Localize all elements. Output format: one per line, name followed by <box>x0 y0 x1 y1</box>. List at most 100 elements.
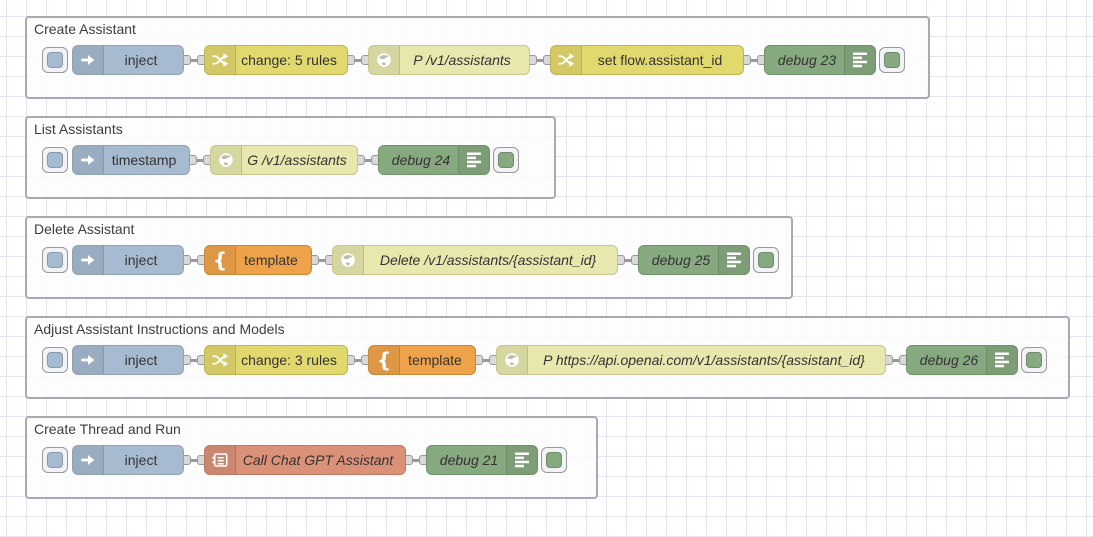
node-template[interactable]: { template <box>368 345 476 375</box>
node-label: debug 25 <box>651 252 711 268</box>
debug-toggle-face <box>758 252 774 268</box>
inject-button[interactable] <box>42 447 68 473</box>
inject-button-face <box>47 352 63 368</box>
node-inject[interactable]: timestamp <box>72 145 190 175</box>
inject-arrow-icon <box>79 251 97 269</box>
node-label: P https://api.openai.com/v1/assistants/{… <box>543 352 865 368</box>
node-icon-area <box>73 446 104 474</box>
node-label: Call Chat GPT Assistant <box>242 452 394 468</box>
node-label: template <box>408 352 462 368</box>
flow-canvas[interactable]: Create Assistant inject change: 5 rules P /… <box>0 0 1093 537</box>
node-icon-area <box>844 46 875 74</box>
node-icon-area <box>506 446 537 474</box>
node-inject[interactable]: inject <box>72 345 184 375</box>
node-icon-area <box>205 446 236 474</box>
debug-toggle-face <box>498 152 514 168</box>
node-icon-area <box>986 346 1017 374</box>
node-icon-area <box>369 46 400 74</box>
node-icon-area <box>73 146 104 174</box>
node-change[interactable]: change: 3 rules <box>204 345 348 375</box>
node-label: P /v1/assistants <box>413 52 511 68</box>
node-icon-area <box>333 246 364 274</box>
node-inject[interactable]: inject <box>72 445 184 475</box>
curly-brace-icon: { <box>376 348 392 372</box>
group-label: Create Thread and Run <box>34 421 181 437</box>
node-label: change: 5 rules <box>241 52 337 68</box>
node-icon-area: { <box>205 246 236 274</box>
node-http[interactable]: P https://api.openai.com/v1/assistants/{… <box>496 345 886 375</box>
debug-list-icon <box>513 451 531 469</box>
node-http[interactable]: Delete /v1/assistants/{assistant_id} <box>332 245 618 275</box>
node-debug[interactable]: debug 21 <box>426 445 538 475</box>
inject-button-face <box>47 452 63 468</box>
debug-toggle-button[interactable] <box>753 247 779 273</box>
node-icon-area <box>497 346 528 374</box>
node-label: template <box>244 252 298 268</box>
node-http[interactable]: P /v1/assistants <box>368 45 530 75</box>
debug-toggle-face <box>546 452 562 468</box>
node-subflow[interactable]: Call Chat GPT Assistant <box>204 445 406 475</box>
globe-icon <box>339 251 357 269</box>
group-label: Create Assistant <box>34 21 136 37</box>
subflow-icon <box>211 451 229 469</box>
debug-list-icon <box>725 251 743 269</box>
node-icon-area <box>205 346 236 374</box>
node-label: inject <box>124 252 158 268</box>
debug-list-icon <box>851 51 869 69</box>
node-inject[interactable]: inject <box>72 245 184 275</box>
inject-button[interactable] <box>42 347 68 373</box>
node-icon-area <box>551 46 582 74</box>
inject-arrow-icon <box>79 351 97 369</box>
node-icon-area <box>718 246 749 274</box>
node-change[interactable]: set flow.assistant_id <box>550 45 744 75</box>
debug-toggle-button[interactable] <box>493 147 519 173</box>
debug-toggle-button[interactable] <box>1021 347 1047 373</box>
curly-brace-icon: { <box>212 248 228 272</box>
node-label: Delete /v1/assistants/{assistant_id} <box>379 252 597 268</box>
node-label: G /v1/assistants <box>247 152 347 168</box>
node-debug[interactable]: debug 23 <box>764 45 876 75</box>
inject-button[interactable] <box>42 147 68 173</box>
node-label: debug 21 <box>439 452 499 468</box>
globe-icon <box>217 151 235 169</box>
inject-button-face <box>47 52 63 68</box>
node-icon-area <box>458 146 489 174</box>
inject-button-face <box>47 152 63 168</box>
node-template[interactable]: { template <box>204 245 312 275</box>
debug-toggle-face <box>1026 352 1042 368</box>
inject-arrow-icon <box>79 451 97 469</box>
node-icon-area <box>73 246 104 274</box>
node-label: debug 23 <box>777 52 837 68</box>
node-icon-area <box>73 346 104 374</box>
shuffle-icon <box>211 351 229 369</box>
node-change[interactable]: change: 5 rules <box>204 45 348 75</box>
node-inject[interactable]: inject <box>72 45 184 75</box>
debug-list-icon <box>993 351 1011 369</box>
node-label: timestamp <box>111 152 177 168</box>
group-label: List Assistants <box>34 121 123 137</box>
node-label: debug 24 <box>391 152 451 168</box>
group-label: Delete Assistant <box>34 221 135 237</box>
node-label: inject <box>124 452 158 468</box>
node-label: debug 26 <box>919 352 979 368</box>
inject-button[interactable] <box>42 47 68 73</box>
node-debug[interactable]: debug 26 <box>906 345 1018 375</box>
globe-icon <box>375 51 393 69</box>
inject-button-face <box>47 252 63 268</box>
shuffle-icon <box>557 51 575 69</box>
node-debug[interactable]: debug 25 <box>638 245 750 275</box>
node-debug[interactable]: debug 24 <box>378 145 490 175</box>
node-label: inject <box>124 352 158 368</box>
node-label: change: 3 rules <box>241 352 337 368</box>
inject-arrow-icon <box>79 151 97 169</box>
inject-button[interactable] <box>42 247 68 273</box>
debug-toggle-button[interactable] <box>541 447 567 473</box>
node-http[interactable]: G /v1/assistants <box>210 145 358 175</box>
debug-list-icon <box>465 151 483 169</box>
node-label: set flow.assistant_id <box>597 52 723 68</box>
node-icon-area <box>211 146 242 174</box>
node-icon-area: { <box>369 346 400 374</box>
node-label: inject <box>124 52 158 68</box>
debug-toggle-button[interactable] <box>879 47 905 73</box>
inject-arrow-icon <box>79 51 97 69</box>
